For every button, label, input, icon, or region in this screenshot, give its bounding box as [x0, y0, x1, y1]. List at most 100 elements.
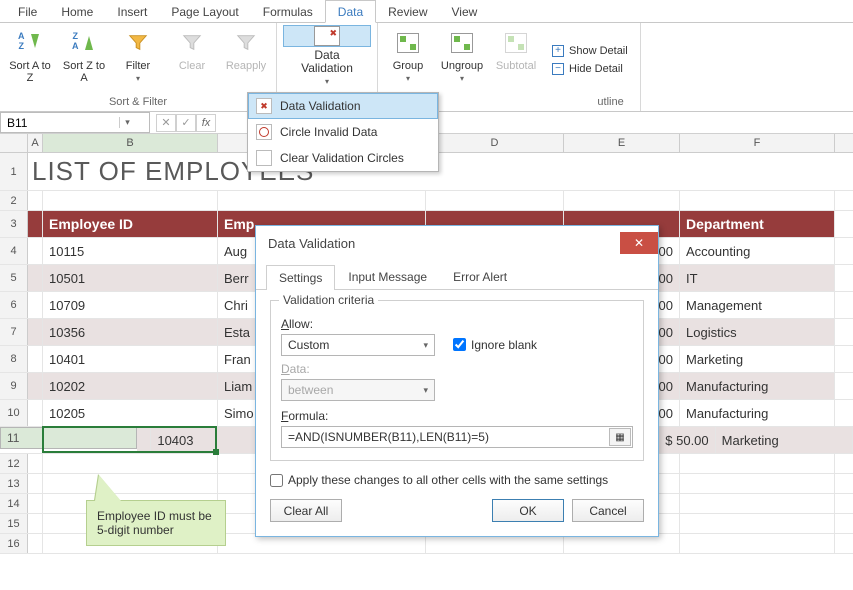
cell-employee-id[interactable]: 10202 — [43, 373, 218, 399]
dialog-tab-error-alert[interactable]: Error Alert — [440, 264, 520, 289]
cell[interactable] — [28, 514, 43, 533]
dialog-close-button[interactable]: ✕ — [620, 232, 658, 254]
name-box-input[interactable] — [1, 116, 119, 130]
header-department[interactable]: Department — [680, 211, 835, 237]
row-header[interactable]: 7 — [0, 319, 28, 345]
cell[interactable] — [28, 400, 43, 426]
cell[interactable] — [43, 191, 218, 210]
cell-department[interactable]: Management — [680, 292, 835, 318]
ignore-blank-input[interactable] — [453, 338, 466, 351]
show-detail-button[interactable]: + Show Detail — [552, 45, 628, 57]
range-picker-button[interactable]: ▦ — [609, 428, 631, 446]
cell-department[interactable]: Manufacturing — [680, 400, 835, 426]
cell[interactable] — [680, 474, 835, 493]
hide-detail-button[interactable]: − Hide Detail — [552, 63, 628, 75]
row-header[interactable]: 9 — [0, 373, 28, 399]
cell-department[interactable]: Accounting — [680, 238, 835, 264]
row-header[interactable]: 6 — [0, 292, 28, 318]
row-header[interactable]: 16 — [0, 534, 28, 553]
subtotal-button[interactable]: Subtotal — [492, 25, 540, 94]
cell[interactable] — [28, 346, 43, 372]
cell[interactable] — [28, 211, 43, 237]
cell[interactable] — [28, 534, 43, 553]
cell-department[interactable]: Logistics — [680, 319, 835, 345]
row-header[interactable]: 5 — [0, 265, 28, 291]
cell-department[interactable]: IT — [680, 265, 835, 291]
clear-button[interactable]: Clear — [168, 25, 216, 94]
cell-employee-id[interactable]: 10501 — [43, 265, 218, 291]
cell[interactable] — [28, 494, 43, 513]
ignore-blank-checkbox[interactable]: Ignore blank — [453, 338, 537, 352]
cell[interactable] — [680, 494, 835, 513]
cell[interactable] — [680, 191, 835, 210]
col-header-A[interactable]: A — [28, 134, 43, 152]
col-header-F[interactable]: F — [680, 134, 835, 152]
row-header[interactable]: 15 — [0, 514, 28, 533]
cell[interactable] — [28, 454, 43, 473]
cell[interactable] — [137, 427, 152, 453]
row-header[interactable]: 13 — [0, 474, 28, 493]
apply-all-input[interactable] — [270, 474, 283, 487]
cancel-formula-button[interactable]: ✕ — [156, 114, 176, 132]
col-header-B[interactable]: B — [43, 134, 218, 152]
row-header[interactable]: 14 — [0, 494, 28, 513]
insert-function-button[interactable]: fx — [196, 114, 216, 132]
cell-department[interactable]: Manufacturing — [680, 373, 835, 399]
row-header[interactable]: 10 — [0, 400, 28, 426]
tab-data[interactable]: Data — [325, 0, 376, 23]
apply-all-checkbox[interactable]: Apply these changes to all other cells w… — [270, 473, 644, 487]
cell[interactable] — [28, 191, 43, 210]
name-box[interactable]: ▾ — [0, 112, 150, 133]
tab-page-layout[interactable]: Page Layout — [159, 1, 250, 22]
tab-file[interactable]: File — [6, 1, 49, 22]
dialog-tab-settings[interactable]: Settings — [266, 265, 335, 290]
cancel-button[interactable]: Cancel — [572, 499, 644, 522]
cell[interactable] — [426, 191, 564, 210]
cell[interactable] — [680, 514, 835, 533]
row-header[interactable]: 4 — [0, 238, 28, 264]
row-header[interactable]: 3 — [0, 211, 28, 237]
cell[interactable] — [564, 191, 680, 210]
menu-circle-invalid[interactable]: Circle Invalid Data — [248, 119, 438, 145]
row-header[interactable]: 1 — [0, 153, 28, 190]
cell[interactable] — [680, 454, 835, 473]
accept-formula-button[interactable]: ✓ — [176, 114, 196, 132]
row-header[interactable]: 8 — [0, 346, 28, 372]
cell-employee-id[interactable]: 10356 — [43, 319, 218, 345]
cell-employee-id[interactable]: 10401 — [43, 346, 218, 372]
filter-button[interactable]: Filter ▾ — [114, 25, 162, 94]
ok-button[interactable]: OK — [492, 499, 564, 522]
cell[interactable] — [28, 474, 43, 493]
dialog-titlebar[interactable]: Data Validation ✕ — [256, 226, 658, 260]
tab-home[interactable]: Home — [49, 1, 105, 22]
sort-za-button[interactable]: Sort Z to A — [60, 25, 108, 94]
tab-review[interactable]: Review — [376, 1, 439, 22]
menu-clear-circles[interactable]: Clear Validation Circles — [248, 145, 438, 171]
cell[interactable] — [28, 319, 43, 345]
select-all-corner[interactable] — [0, 134, 28, 152]
menu-data-validation[interactable]: Data Validation — [248, 93, 438, 119]
name-box-dropdown[interactable]: ▾ — [119, 117, 135, 128]
tab-formulas[interactable]: Formulas — [251, 1, 325, 22]
clear-all-button[interactable]: Clear All — [270, 499, 342, 522]
cell[interactable] — [680, 534, 835, 553]
cell-department[interactable]: Marketing — [680, 346, 835, 372]
col-header-D[interactable]: D — [426, 134, 564, 152]
cell[interactable] — [218, 191, 426, 210]
col-header-E[interactable]: E — [564, 134, 680, 152]
tab-view[interactable]: View — [440, 1, 490, 22]
allow-select[interactable]: Custom ▾ — [281, 334, 435, 356]
tab-insert[interactable]: Insert — [105, 1, 159, 22]
sort-az-button[interactable]: Sort A to Z — [6, 25, 54, 94]
cell-employee-id[interactable]: 10709 — [43, 292, 218, 318]
cell[interactable] — [43, 454, 218, 473]
row-header[interactable]: 2 — [0, 191, 28, 210]
cell[interactable] — [28, 265, 43, 291]
cell[interactable] — [43, 474, 218, 493]
group-button[interactable]: Group ▾ — [384, 25, 432, 94]
data-validation-button[interactable]: Data Validation ▾ — [283, 25, 371, 47]
header-employee-id[interactable]: Employee ID — [43, 211, 218, 237]
cell-employee-id[interactable]: 10115 — [43, 238, 218, 264]
cell[interactable] — [28, 238, 43, 264]
row-header[interactable]: 11 — [0, 427, 137, 449]
